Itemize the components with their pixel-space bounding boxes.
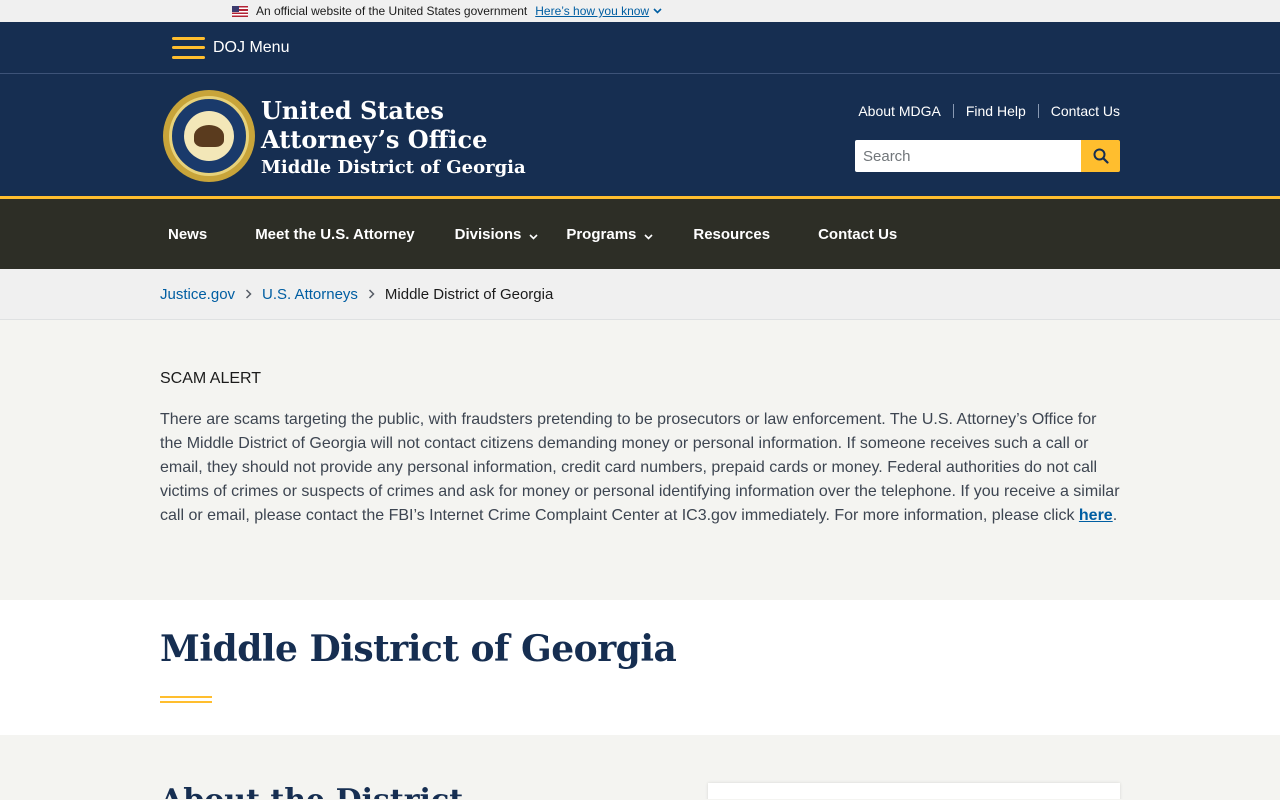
utility-links: About MDGA Find Help Contact Us bbox=[858, 103, 1120, 119]
divider bbox=[952, 104, 954, 118]
alert-text: There are scams targeting the public, wi… bbox=[160, 411, 1120, 524]
divider bbox=[1037, 104, 1039, 118]
chevron-right-icon bbox=[368, 289, 375, 299]
contact-us-link[interactable]: Contact Us bbox=[1051, 103, 1120, 119]
scam-alert: SCAM ALERT There are scams targeting the… bbox=[0, 320, 1280, 600]
nav-item-label: Contact Us bbox=[818, 225, 898, 243]
chevron-right-icon bbox=[245, 289, 252, 299]
nav-item-label: Resources bbox=[693, 225, 771, 243]
nav-item-label: Divisions bbox=[454, 225, 522, 243]
nav-item-label: News bbox=[168, 225, 208, 243]
alert-end: . bbox=[1112, 507, 1118, 524]
breadcrumb-justice-gov[interactable]: Justice.gov bbox=[160, 286, 235, 303]
doj-menu-button[interactable]: DOJ Menu bbox=[213, 39, 289, 57]
nav-item-resources[interactable]: Resources bbox=[693, 226, 770, 243]
doj-seal-logo[interactable] bbox=[163, 90, 255, 182]
page-title-band: Middle District of Georgia bbox=[0, 600, 1280, 735]
nav-item-divisions[interactable]: Divisions bbox=[455, 224, 539, 244]
us-flag-icon bbox=[232, 5, 248, 17]
search-input[interactable] bbox=[855, 140, 1081, 172]
how-you-know-link[interactable]: Here’s how you know bbox=[535, 4, 649, 18]
alert-title: SCAM ALERT bbox=[160, 370, 262, 387]
breadcrumb: Justice.gov U.S. Attorneys Middle Distri… bbox=[0, 269, 1280, 320]
nav-item-label: Programs bbox=[566, 225, 637, 243]
site-title-line2: Attorney’s Office bbox=[261, 125, 488, 154]
chevron-down-icon bbox=[644, 227, 653, 244]
search-form bbox=[855, 140, 1120, 172]
doj-menu-bar: DOJ Menu bbox=[0, 22, 1280, 74]
side-card bbox=[708, 783, 1120, 799]
site-header: United States Attorney’s Office Middle D… bbox=[0, 74, 1280, 199]
alert-body: There are scams targeting the public, wi… bbox=[160, 408, 1122, 528]
search-button[interactable] bbox=[1081, 140, 1120, 172]
gov-banner: An official website of the United States… bbox=[0, 0, 1280, 22]
main-nav: News Meet the U.S. Attorney Divisions Pr… bbox=[0, 199, 1280, 269]
nav-item-contact-us[interactable]: Contact Us bbox=[818, 226, 897, 243]
find-help-link[interactable]: Find Help bbox=[966, 103, 1026, 119]
hamburger-icon[interactable] bbox=[172, 36, 205, 59]
nav-item-programs[interactable]: Programs bbox=[566, 224, 653, 244]
alert-here-link[interactable]: here bbox=[1079, 507, 1113, 524]
about-district-heading: About the District bbox=[160, 783, 463, 799]
search-icon bbox=[1093, 148, 1109, 164]
breadcrumb-current: Middle District of Georgia bbox=[384, 285, 554, 303]
about-mdga-link[interactable]: About MDGA bbox=[858, 103, 940, 119]
site-title[interactable]: United States Attorney’s Office Middle D… bbox=[261, 96, 526, 182]
site-subtitle: Middle District of Georgia bbox=[261, 157, 526, 178]
nav-item-label: Meet the U.S. Attorney bbox=[255, 225, 415, 243]
site-title-line1: United States bbox=[261, 96, 444, 125]
chevron-down-icon bbox=[529, 227, 538, 244]
gov-banner-text: An official website of the United States… bbox=[256, 4, 528, 18]
chevron-down-icon[interactable] bbox=[653, 6, 662, 17]
lower-section: About the District bbox=[0, 735, 1280, 799]
breadcrumb-us-attorneys[interactable]: U.S. Attorneys bbox=[262, 286, 358, 303]
page-title: Middle District of Georgia bbox=[160, 628, 677, 670]
nav-item-news[interactable]: News bbox=[168, 226, 207, 243]
title-underline bbox=[160, 696, 212, 703]
nav-item-meet-attorney[interactable]: Meet the U.S. Attorney bbox=[255, 226, 414, 243]
